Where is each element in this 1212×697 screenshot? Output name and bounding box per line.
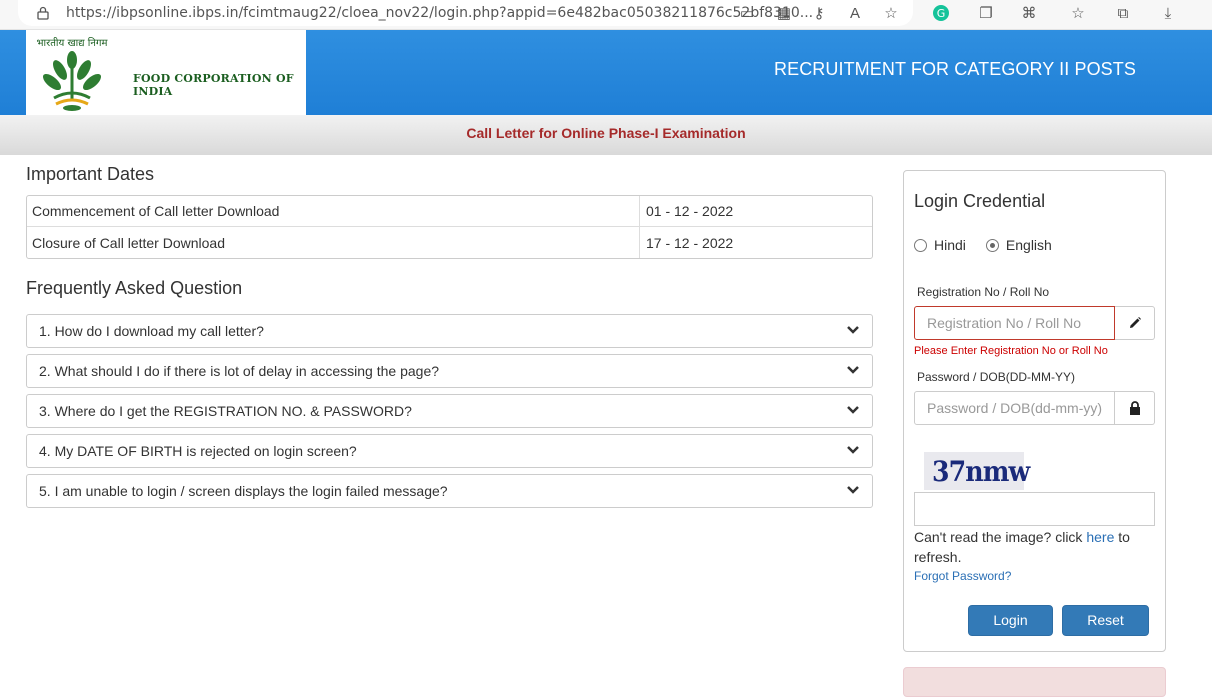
faq-question: 2. What should I do if there is lot of d… <box>39 363 440 379</box>
faq-item-1[interactable]: 1. How do I download my call letter? <box>26 314 873 348</box>
favorite-star-icon[interactable]: ☆ <box>880 2 902 24</box>
lock-icon <box>1115 391 1155 425</box>
login-button[interactable]: Login <box>968 605 1053 636</box>
table-row: Commencement of Call letter Download 01 … <box>27 196 872 227</box>
svg-text:G: G <box>937 7 946 20</box>
fci-logo-icon: भारतीय खाद्य निगम <box>37 37 109 111</box>
important-dates-heading: Important Dates <box>26 164 155 184</box>
password-input[interactable]: Password / DOB(dd-mm-yy) <box>914 391 1115 425</box>
date-value: 17 - 12 - 2022 <box>639 227 872 258</box>
faq-item-5[interactable]: 5. I am unable to login / screen display… <box>26 474 873 508</box>
browser-toolbar: https://ibpsonline.ibps.in/fcimtmaug22/c… <box>0 0 1212 30</box>
faq-question: 3. Where do I get the REGISTRATION NO. &… <box>39 403 412 419</box>
grid-icon[interactable]: ▦ <box>773 2 795 24</box>
radio-hindi[interactable] <box>914 238 927 252</box>
app-available-icon[interactable]: ▭ <box>736 2 758 24</box>
download-icon[interactable]: ⤓ <box>1157 2 1179 24</box>
date-label: Commencement of Call letter Download <box>27 196 639 227</box>
registration-label: Registration No / Roll No <box>917 285 1050 299</box>
faq-question: 5. I am unable to login / screen display… <box>39 483 448 499</box>
chevron-down-icon <box>847 446 859 454</box>
captcha-help-text: Can't read the image? click <box>914 529 1083 545</box>
collections-icon[interactable]: ⧉ <box>1112 2 1134 24</box>
org-name: FOOD CORPORATION OF INDIA <box>133 72 294 98</box>
table-row: Closure of Call letter Download 17 - 12 … <box>27 227 872 258</box>
chevron-down-icon <box>847 366 859 374</box>
radio-english[interactable] <box>985 238 999 252</box>
lock-icon <box>37 6 49 20</box>
faq-item-4[interactable]: 4. My DATE OF BIRTH is rejected on login… <box>26 434 873 468</box>
key-icon[interactable]: ⚷ <box>808 2 830 24</box>
page-subtitle: Call Letter for Online Phase-I Examinati… <box>0 115 1212 155</box>
login-panel: Login Credential Hindi English Registrat… <box>903 170 1166 652</box>
radio-hindi-label: Hindi <box>934 237 966 253</box>
chevron-down-icon <box>847 486 859 494</box>
captcha-text: 37nmw <box>932 455 1030 488</box>
radio-english-label: English <box>1005 237 1052 253</box>
date-label: Closure of Call letter Download <box>32 234 225 251</box>
faq-item-2[interactable]: 2. What should I do if there is lot of d… <box>26 354 873 388</box>
forgot-password-link[interactable]: Forgot Password? <box>914 569 1011 583</box>
faq-question: 1. How do I download my call letter? <box>39 323 264 339</box>
page-title: RECRUITMENT FOR CATEGORY II POSTS <box>773 59 1136 79</box>
captcha-help: Can't read the image? click here to refr… <box>914 527 1154 567</box>
svg-text:भारतीय खाद्य निगम: भारतीय खाद्य निगम <box>37 37 109 49</box>
captcha-input[interactable] <box>914 492 1155 526</box>
registration-input[interactable]: Registration No / Roll No <box>914 306 1115 340</box>
faq-item-3[interactable]: 3. Where do I get the REGISTRATION NO. &… <box>26 394 873 428</box>
registration-group: Registration No / Roll No <box>914 306 1155 340</box>
site-header: भारतीय खाद्य निगम FOOD CORPORATION OF IN… <box>0 30 1212 115</box>
captcha-image: 37nmw <box>924 452 1030 490</box>
extension-icon[interactable]: ❐ <box>975 2 997 24</box>
faq-heading: Frequently Asked Question <box>26 278 243 298</box>
alert-box <box>903 667 1166 697</box>
puzzle-icon[interactable]: ⌘ <box>1018 2 1040 24</box>
faq-question: 4. My DATE OF BIRTH is rejected on login… <box>39 443 357 459</box>
registration-error: Please Enter Registration No or Roll No <box>914 345 1108 357</box>
captcha-refresh-link[interactable]: here <box>1086 529 1114 545</box>
important-dates-table: Commencement of Call letter Download 01 … <box>26 195 873 259</box>
favorites-icon[interactable]: ☆ <box>1067 2 1089 24</box>
password-group: Password / DOB(dd-mm-yy) <box>914 391 1155 425</box>
pencil-icon <box>1115 306 1155 340</box>
language-selector: Hindi English <box>914 237 1052 253</box>
date-value: 01 - 12 - 2022 <box>639 196 872 227</box>
chevron-down-icon <box>847 326 859 334</box>
logo-area: भारतीय खाद्य निगम FOOD CORPORATION OF IN… <box>26 30 306 115</box>
login-title: Login Credential <box>914 191 1046 211</box>
grammarly-icon[interactable]: G <box>930 2 952 24</box>
url-text: https://ibpsonline.ibps.in/fcimtmaug22/c… <box>66 5 814 21</box>
password-label: Password / DOB(DD-MM-YY) <box>917 370 1076 384</box>
reset-button[interactable]: Reset <box>1062 605 1149 636</box>
chevron-down-icon <box>847 406 859 414</box>
read-aloud-icon[interactable]: A <box>844 2 866 24</box>
